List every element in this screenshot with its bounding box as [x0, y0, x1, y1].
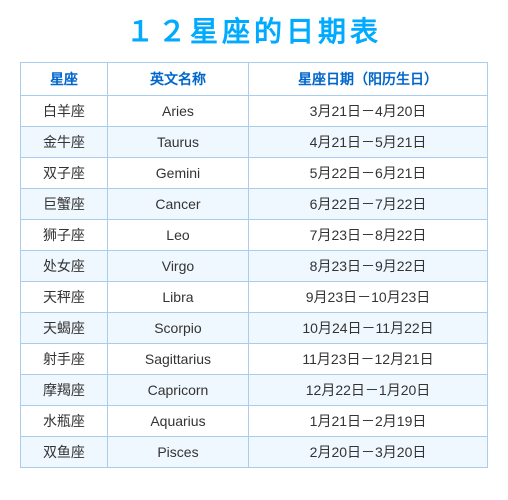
- zodiac-en: Aquarius: [107, 406, 248, 437]
- zodiac-zh: 射手座: [21, 344, 108, 375]
- zodiac-zh: 狮子座: [21, 220, 108, 251]
- zodiac-date: 7月23日－8月22日: [249, 220, 488, 251]
- table-row: 巨蟹座Cancer6月22日－7月22日: [21, 189, 488, 220]
- zodiac-en: Leo: [107, 220, 248, 251]
- page-title: １２星座的日期表: [126, 10, 382, 50]
- table-row: 天蝎座Scorpio10月24日－11月22日: [21, 313, 488, 344]
- table-row: 双子座Gemini5月22日－6月21日: [21, 158, 488, 189]
- table-row: 双鱼座Pisces2月20日－3月20日: [21, 437, 488, 468]
- table-row: 金牛座Taurus4月21日－5月21日: [21, 127, 488, 158]
- zodiac-en: Pisces: [107, 437, 248, 468]
- table-row: 摩羯座Capricorn12月22日－1月20日: [21, 375, 488, 406]
- zodiac-en: Virgo: [107, 251, 248, 282]
- zodiac-date: 10月24日－11月22日: [249, 313, 488, 344]
- zodiac-en: Scorpio: [107, 313, 248, 344]
- zodiac-zh: 处女座: [21, 251, 108, 282]
- zodiac-date: 4月21日－5月21日: [249, 127, 488, 158]
- zodiac-date: 11月23日－12月21日: [249, 344, 488, 375]
- zodiac-zh: 天蝎座: [21, 313, 108, 344]
- zodiac-zh: 天秤座: [21, 282, 108, 313]
- zodiac-date: 3月21日－4月20日: [249, 96, 488, 127]
- zodiac-zh: 双子座: [21, 158, 108, 189]
- zodiac-date: 12月22日－1月20日: [249, 375, 488, 406]
- header-en: 英文名称: [107, 63, 248, 96]
- zodiac-zh: 巨蟹座: [21, 189, 108, 220]
- header-date: 星座日期（阳历生日）: [249, 63, 488, 96]
- zodiac-en: Aries: [107, 96, 248, 127]
- zodiac-table: 星座 英文名称 星座日期（阳历生日） 白羊座Aries3月21日－4月20日金牛…: [20, 62, 488, 468]
- table-row: 白羊座Aries3月21日－4月20日: [21, 96, 488, 127]
- zodiac-en: Sagittarius: [107, 344, 248, 375]
- table-row: 天秤座Libra9月23日－10月23日: [21, 282, 488, 313]
- zodiac-date: 1月21日－2月19日: [249, 406, 488, 437]
- zodiac-date: 6月22日－7月22日: [249, 189, 488, 220]
- table-row: 水瓶座Aquarius1月21日－2月19日: [21, 406, 488, 437]
- table-row: 狮子座Leo7月23日－8月22日: [21, 220, 488, 251]
- zodiac-en: Capricorn: [107, 375, 248, 406]
- zodiac-date: 9月23日－10月23日: [249, 282, 488, 313]
- table-row: 射手座Sagittarius11月23日－12月21日: [21, 344, 488, 375]
- zodiac-en: Cancer: [107, 189, 248, 220]
- zodiac-zh: 金牛座: [21, 127, 108, 158]
- zodiac-date: 8月23日－9月22日: [249, 251, 488, 282]
- zodiac-date: 2月20日－3月20日: [249, 437, 488, 468]
- zodiac-zh: 摩羯座: [21, 375, 108, 406]
- zodiac-zh: 白羊座: [21, 96, 108, 127]
- table-row: 处女座Virgo8月23日－9月22日: [21, 251, 488, 282]
- zodiac-en: Taurus: [107, 127, 248, 158]
- zodiac-zh: 双鱼座: [21, 437, 108, 468]
- zodiac-en: Gemini: [107, 158, 248, 189]
- zodiac-en: Libra: [107, 282, 248, 313]
- zodiac-date: 5月22日－6月21日: [249, 158, 488, 189]
- zodiac-zh: 水瓶座: [21, 406, 108, 437]
- header-zh: 星座: [21, 63, 108, 96]
